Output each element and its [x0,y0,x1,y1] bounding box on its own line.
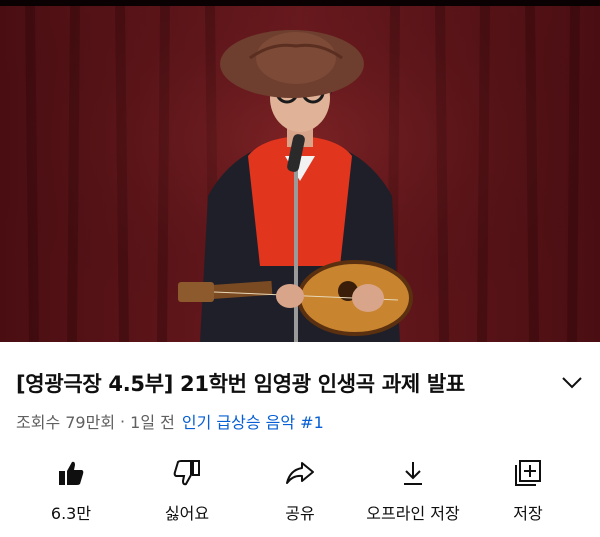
share-button[interactable]: 공유 [241,448,359,528]
dislike-button[interactable]: 싫어요 [128,448,246,528]
view-count: 조회수 79만회 [16,413,116,432]
dislike-label: 싫어요 [164,504,210,523]
upload-age: 1일 전 [130,413,175,432]
share-icon [286,462,314,484]
trending-link[interactable]: 인기 급상승 음악 #1 [182,409,324,433]
action-bar: 6.3만 싫어요 공유 오프라인 저장 저장 [0,448,600,528]
download-button[interactable]: 오프라인 저장 [354,448,472,528]
chevron-down-icon [562,377,582,389]
thumbs-down-icon [173,460,200,486]
title-row: [영광극장 4.5부] 21학번 임영광 인생곡 과제 발표 [16,366,584,400]
meta-separator: · [120,411,126,431]
save-button[interactable]: 저장 [469,448,587,528]
thumbs-up-icon [59,461,84,485]
share-label: 공유 [285,504,315,523]
download-icon [404,462,422,485]
video-meta: 조회수 79만회 · 1일 전 인기 급상승 음악 #1 [16,408,324,434]
video-title[interactable]: [영광극장 4.5부] 21학번 임영광 인생곡 과제 발표 [16,368,465,398]
like-button[interactable]: 6.3만 [12,448,130,528]
expand-description-button[interactable] [558,369,586,397]
like-count: 6.3만 [50,504,92,523]
video-player[interactable] [0,6,600,342]
video-frame [0,6,600,342]
add-to-playlist-icon [515,460,541,486]
save-label: 저장 [513,504,543,523]
download-label: 오프라인 저장 [366,504,460,523]
